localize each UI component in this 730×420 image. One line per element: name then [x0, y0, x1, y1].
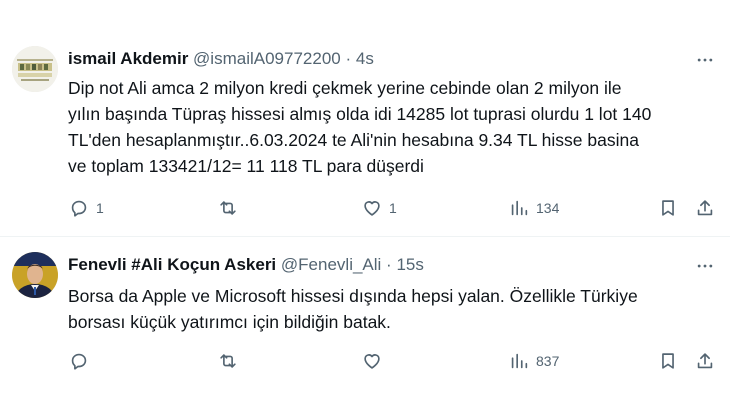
views-icon — [511, 353, 528, 369]
tweet-text: Dip not Ali amca 2 milyon kredi çekmek y… — [68, 78, 652, 176]
reply-icon — [71, 200, 87, 217]
repost-button[interactable] — [217, 194, 245, 222]
tweet-header: ismail Akdemir @ismailA09772200 · 4s — [68, 48, 374, 70]
avatar[interactable] — [12, 46, 58, 92]
reply-button[interactable] — [68, 347, 96, 375]
share-button[interactable] — [694, 347, 716, 375]
view-count: 837 — [536, 353, 560, 369]
bookmark-icon — [662, 353, 674, 369]
timestamp[interactable]: 4s — [356, 49, 374, 68]
reply-button[interactable]: 1 — [68, 194, 104, 222]
more-icon[interactable] — [694, 255, 716, 277]
views-icon — [511, 200, 528, 216]
tweet-text: Borsa da Apple ve Microsoft hissesi dışı… — [68, 286, 638, 332]
share-icon — [697, 353, 713, 369]
timestamp[interactable]: 15s — [396, 255, 423, 274]
more-icon[interactable] — [694, 49, 716, 71]
like-icon — [364, 354, 380, 369]
repost-button[interactable] — [217, 347, 245, 375]
tweet[interactable]: Fenevli #Ali Koçun Askeri @Fenevli_Ali ·… — [0, 237, 730, 420]
like-icon — [364, 201, 380, 216]
bookmark-icon — [662, 200, 674, 216]
like-button[interactable] — [361, 347, 389, 375]
tweet[interactable]: ismail Akdemir @ismailA09772200 · 4s Dip… — [0, 0, 730, 236]
avatar[interactable] — [12, 252, 58, 298]
bookmark-button[interactable] — [657, 347, 679, 375]
share-button[interactable] — [694, 194, 716, 222]
user-handle[interactable]: @Fenevli_Ali — [281, 255, 381, 274]
action-bar: 837 — [68, 347, 718, 375]
separator-dot: · — [386, 255, 392, 274]
separator-dot: · — [345, 49, 352, 68]
reply-count: 1 — [96, 200, 104, 216]
like-count: 1 — [389, 200, 397, 216]
repost-icon — [220, 201, 236, 215]
display-name[interactable]: Fenevli #Ali Koçun Askeri — [68, 255, 276, 274]
display-name[interactable]: ismail Akdemir — [68, 49, 188, 68]
share-icon — [697, 200, 713, 216]
like-button[interactable]: 1 — [361, 194, 397, 222]
view-count: 134 — [536, 200, 560, 216]
reply-icon — [71, 353, 87, 370]
user-handle[interactable]: @ismailA09772200 — [193, 49, 341, 68]
tweet-header: Fenevli #Ali Koçun Askeri @Fenevli_Ali ·… — [68, 254, 424, 276]
bookmark-button[interactable] — [657, 194, 679, 222]
action-bar: 1 1 134 — [68, 194, 718, 222]
repost-icon — [220, 354, 236, 368]
views-button[interactable]: 134 — [508, 194, 559, 222]
views-button[interactable]: 837 — [508, 347, 559, 375]
